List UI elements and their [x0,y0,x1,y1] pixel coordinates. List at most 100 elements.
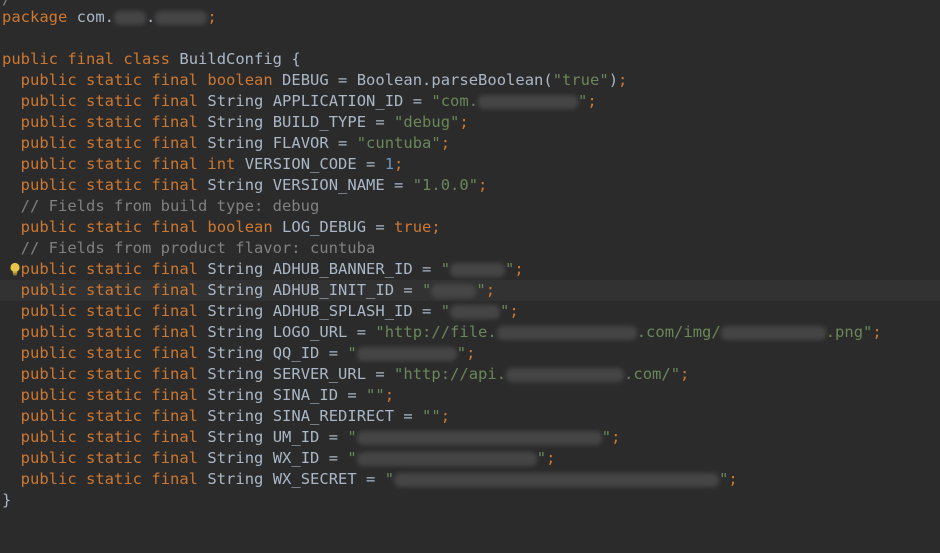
semicolon: ; [485,281,496,299]
public-keyword: public [20,302,77,320]
final-keyword: final [151,386,199,404]
class-keyword: class [123,50,171,68]
equals-sign: = [319,449,348,467]
code-line-flavor-field[interactable]: public static final String WX_ID = " "; [0,448,940,469]
code-line-flavor-field[interactable]: public static final String QQ_ID = " "; [0,343,940,364]
code-editor[interactable]: / package com..; public final class Buil… [0,0,940,553]
public-keyword: public [20,323,77,341]
code-line-comment-build-type[interactable]: // Fields from build type: debug [0,196,940,217]
semicolon: ; [680,365,690,383]
code-line-field[interactable]: public static final String APPLICATION_I… [0,91,940,112]
field-value: true [394,218,432,236]
final-keyword: final [151,71,199,89]
field-type: String [207,302,264,320]
final-keyword: final [151,260,199,278]
static-keyword: static [86,365,143,383]
public-keyword: public [20,71,77,89]
comment-build-type: // Fields from build type: debug [20,197,320,215]
static-keyword: static [86,113,143,131]
final-keyword: final [151,407,199,425]
static-keyword: static [86,407,143,425]
field-value-string-start: "" [422,407,441,425]
code-line-flavor-field[interactable]: public static final String WX_SECRET = "… [0,469,940,490]
field-name: ADHUB_INIT_ID [272,281,395,299]
final-keyword: final [151,344,199,362]
equals-sign: = [347,323,376,341]
semicolon: ; [872,323,882,341]
code-line-flavor-field[interactable]: public static final String ADHUB_BANNER_… [0,259,940,280]
code-line-flavor-field[interactable]: public static final String ADHUB_INIT_ID… [0,280,940,301]
field-name: ADHUB_SPLASH_ID [272,302,413,320]
field-type: String [207,344,264,362]
field-type: String [207,365,264,383]
final-keyword: final [151,218,199,236]
code-line-flavor-field[interactable]: public static final String LOGO_URL = "h… [0,322,940,343]
semicolon: ; [728,470,738,488]
field-value-string-start: "com. [431,92,479,110]
lightbulb-icon[interactable] [9,262,21,276]
code-line-log-debug[interactable]: public static final boolean LOG_DEBUG = … [0,217,940,238]
redacted-value [450,304,501,319]
redacted-value [356,346,457,361]
static-keyword: static [86,218,143,236]
semicolon: ; [514,260,524,278]
code-line-flavor-field[interactable]: public static final String ADHUB_SPLASH_… [0,301,940,322]
field-value-string-end: " [456,344,467,362]
equals-sign: = [319,428,348,446]
code-line-flavor-field[interactable]: public static final String SINA_ID = ""; [0,385,940,406]
equals-sign: = [384,176,413,194]
code-line-field[interactable]: public static final String BUILD_TYPE = … [0,112,940,133]
semicolon: ; [587,92,597,110]
final-keyword: final [151,155,199,173]
field-value-string-mid: .com/img/ [636,323,721,341]
equals-sign: = [338,386,367,404]
code-line-closing-brace[interactable]: } [0,490,940,511]
code-line-field[interactable]: public static final String FLAVOR = "cun… [0,133,940,154]
code-line-flavor-field[interactable]: public static final String SERVER_URL = … [0,364,940,385]
code-line-flavor-field[interactable]: public static final String SINA_REDIRECT… [0,406,940,427]
static-keyword: static [86,470,143,488]
public-keyword: public [20,260,77,278]
final-keyword: final [67,50,115,68]
code-line-package[interactable]: package com..; [0,7,940,28]
equals-sign: = [412,260,441,278]
field-value-string-start: " [347,449,357,467]
code-line-comment-flavor[interactable]: // Fields from product flavor: cuntuba [0,238,940,259]
field-name: LOGO_URL [272,323,348,341]
field-name: FLAVOR [272,134,329,152]
field-type: boolean [207,71,273,89]
semicolon: ; [509,302,519,320]
field-value-string-end: " [500,302,510,320]
final-keyword: final [151,449,199,467]
field-value-string-start: " [440,260,451,278]
code-line-field[interactable]: public static final String VERSION_NAME … [0,175,940,196]
redacted-package-segment [155,10,208,25]
code-line-field[interactable]: public static final boolean DEBUG = Bool… [0,70,940,91]
field-value-string: "1.0.0" [412,176,479,194]
field-value-string-end: " [601,428,612,446]
field-type: String [207,428,264,446]
field-value-number: 1 [384,155,395,173]
semicolon: ; [478,176,488,194]
public-keyword: public [20,407,77,425]
field-name: SINA_REDIRECT [272,407,395,425]
static-keyword: static [86,176,143,194]
public-keyword: public [20,386,77,404]
final-keyword: final [151,428,199,446]
equals-sign: = [366,113,395,131]
field-name: SINA_ID [272,386,339,404]
field-value-string-start: " [384,470,395,488]
public-keyword: public [20,365,77,383]
final-keyword: final [151,365,199,383]
code-line-field[interactable]: public static final int VERSION_CODE = 1… [0,154,940,175]
final-keyword: final [151,176,199,194]
static-keyword: static [86,386,143,404]
redacted-value [356,451,537,466]
semicolon: ; [618,71,628,89]
package-keyword: package [2,8,68,26]
field-type: String [207,92,264,110]
code-line-class-declaration[interactable]: public final class BuildConfig { [0,49,940,70]
semicolon: ; [207,8,217,26]
code-line-flavor-field[interactable]: public static final String UM_ID = " "; [0,427,940,448]
semicolon: ; [384,386,395,404]
